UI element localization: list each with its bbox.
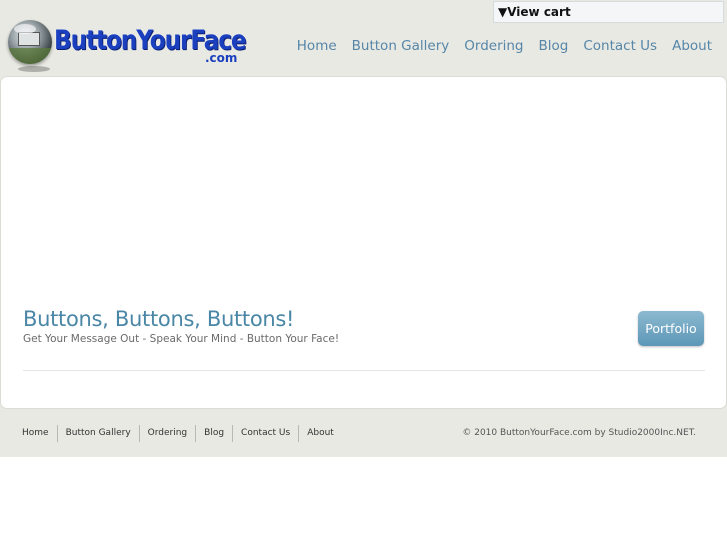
nav-item-home[interactable]: Home	[297, 38, 337, 54]
footer-link-blog[interactable]: Blog	[195, 425, 232, 442]
hero-title: Buttons, Buttons, Buttons!	[23, 307, 295, 331]
nav-item-button-gallery[interactable]: Button Gallery	[352, 38, 450, 54]
nav-item-ordering[interactable]: Ordering	[464, 38, 523, 54]
footer-link-button-gallery[interactable]: Button Gallery	[56, 425, 139, 442]
nav-item-contact-us[interactable]: Contact Us	[583, 38, 657, 54]
logo-ball-shadow	[18, 66, 50, 72]
hero-subtitle: Get Your Message Out - Speak Your Mind -…	[23, 333, 340, 345]
main-nav: Home Button Gallery Ordering Blog Contac…	[282, 38, 712, 54]
divider	[23, 370, 705, 371]
footer-nav: Home Button Gallery Ordering Blog Contac…	[22, 425, 342, 442]
nav-item-blog[interactable]: Blog	[539, 38, 569, 54]
site-logo[interactable]: ButtonYourFace .com	[8, 17, 247, 73]
footer-link-ordering[interactable]: Ordering	[138, 425, 196, 442]
logo-suffix: .com	[205, 51, 238, 65]
footer-link-about[interactable]: About	[298, 425, 342, 442]
nav-item-about[interactable]: About	[672, 38, 712, 54]
footer-link-contact-us[interactable]: Contact Us	[232, 425, 298, 442]
copyright-text: © 2010 ButtonYourFace.com by Studio2000I…	[462, 428, 696, 438]
main-panel: Buttons, Buttons, Buttons! Get Your Mess…	[1, 77, 726, 408]
portfolio-button[interactable]: Portfolio	[638, 311, 704, 346]
logo-button-icon	[8, 20, 52, 64]
view-cart-button[interactable]: ▼View cart	[493, 1, 724, 23]
footer-link-home[interactable]: Home	[22, 425, 57, 442]
